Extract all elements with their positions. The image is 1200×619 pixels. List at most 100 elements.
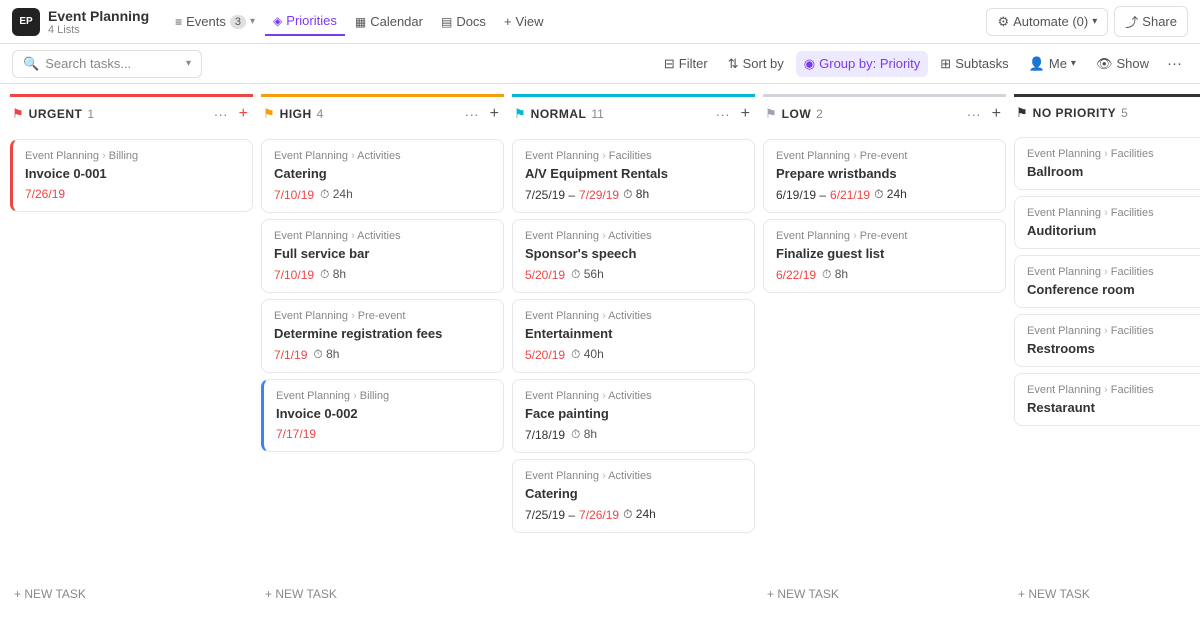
show-icon: 👁 xyxy=(1096,56,1113,72)
priorities-icon: ◈ xyxy=(273,14,282,28)
card-conferenceroom[interactable]: Event Planning › Facilities Conference r… xyxy=(1014,255,1200,308)
card-date: 7/1/19 ⏱ 8h xyxy=(274,347,491,362)
share-button[interactable]: ⤴ Share xyxy=(1114,6,1188,37)
card-regfees[interactable]: Event Planning › Pre-event Determine reg… xyxy=(261,299,504,373)
app-title-main: Event Planning xyxy=(48,8,149,24)
card-face-painting[interactable]: Event Planning › Activities Face paintin… xyxy=(512,379,755,453)
card-title: Prepare wristbands xyxy=(776,166,993,181)
card-title: A/V Equipment Rentals xyxy=(525,166,742,181)
card-title: Full service bar xyxy=(274,246,491,261)
automate-icon: ⚙ xyxy=(997,14,1009,30)
column-header-high: ⚑ HIGH 4 ··· + xyxy=(261,94,504,133)
column-normal: ⚑ NORMAL 11 ··· + Event Planning › Facil… xyxy=(512,94,755,609)
high-new-task[interactable]: + NEW TASK xyxy=(261,579,504,609)
normal-title: NORMAL xyxy=(531,107,587,121)
top-nav: EP Event Planning 4 Lists ≡ Events 3 ▾ ◈… xyxy=(0,0,1200,44)
card-breadcrumb: Event Planning › Facilities xyxy=(1027,207,1200,219)
low-new-task[interactable]: + NEW TASK xyxy=(763,579,1006,609)
nav-item-events[interactable]: ≡ Events 3 ▾ xyxy=(167,8,263,35)
high-add-icon[interactable]: + xyxy=(487,103,502,125)
column-header-urgent: ⚑ URGENT 1 ··· + xyxy=(10,94,253,133)
subtasks-label: Subtasks xyxy=(955,56,1008,71)
card-fullservicebar[interactable]: Event Planning › Activities Full service… xyxy=(261,219,504,293)
card-breadcrumb: Event Planning › Facilities xyxy=(1027,266,1200,278)
high-more-icon[interactable]: ··· xyxy=(462,104,482,124)
card-wristbands[interactable]: Event Planning › Pre-event Prepare wrist… xyxy=(763,139,1006,213)
automate-chevron-icon: ▾ xyxy=(1092,16,1097,27)
column-nopriority: ⚑ NO PRIORITY 5 ··· Event Planning › Fac… xyxy=(1014,94,1200,609)
low-add-icon[interactable]: + xyxy=(989,103,1004,125)
card-breadcrumb: Event Planning › Facilities xyxy=(525,150,742,162)
groupby-button[interactable]: ◉ Group by: Priority xyxy=(796,51,929,77)
normal-add-icon[interactable]: + xyxy=(738,103,753,125)
urgent-more-icon[interactable]: ··· xyxy=(211,104,231,124)
card-guestlist[interactable]: Event Planning › Pre-event Finalize gues… xyxy=(763,219,1006,293)
me-button[interactable]: 👤 Me ▾ xyxy=(1021,51,1084,77)
card-invoice-001[interactable]: Event Planning › Billing Invoice 0-001 7… xyxy=(10,139,253,212)
card-title: Auditorium xyxy=(1027,223,1200,238)
card-date: 7/17/19 xyxy=(276,427,491,441)
subtasks-icon: ⊞ xyxy=(940,56,951,72)
normal-more-icon[interactable]: ··· xyxy=(713,104,733,124)
card-title: Face painting xyxy=(525,406,742,421)
nopriority-new-task[interactable]: + NEW TASK xyxy=(1014,579,1200,609)
show-button[interactable]: 👁 Show xyxy=(1088,51,1157,77)
groupby-icon: ◉ xyxy=(804,56,815,72)
card-av-equipment[interactable]: Event Planning › Facilities A/V Equipmen… xyxy=(512,139,755,213)
card-breadcrumb: Event Planning › Billing xyxy=(276,390,491,402)
card-title: Finalize guest list xyxy=(776,246,993,261)
me-icon: 👤 xyxy=(1029,56,1045,72)
nav-item-view[interactable]: + View xyxy=(496,8,552,35)
me-label: Me xyxy=(1049,56,1067,71)
automate-button[interactable]: ⚙ Automate (0) ▾ xyxy=(986,8,1108,36)
card-title: Restrooms xyxy=(1027,341,1200,356)
card-date: 6/19/19 – 6/21/19 ⏱ 24h xyxy=(776,187,993,202)
app-title: Event Planning 4 Lists xyxy=(48,8,149,36)
card-restaurant[interactable]: Event Planning › Facilities Restaraunt xyxy=(1014,373,1200,426)
search-input[interactable]: 🔍 Search tasks... ▾ xyxy=(12,50,202,78)
more-options-button[interactable]: ··· xyxy=(1161,50,1188,77)
card-title: Restaraunt xyxy=(1027,400,1200,415)
card-ballroom[interactable]: Event Planning › Facilities Ballroom xyxy=(1014,137,1200,190)
card-invoice-002[interactable]: Event Planning › Billing Invoice 0-002 7… xyxy=(261,379,504,452)
sortby-label: Sort by xyxy=(743,56,784,71)
search-placeholder: Search tasks... xyxy=(45,56,131,71)
groupby-label: Group by: Priority xyxy=(819,56,920,71)
card-title: Determine registration fees xyxy=(274,326,491,341)
low-more-icon[interactable]: ··· xyxy=(964,104,984,124)
card-breadcrumb: Event Planning › Activities xyxy=(274,150,491,162)
nopriority-count: 5 xyxy=(1121,106,1128,120)
card-catering[interactable]: Event Planning › Activities Catering 7/1… xyxy=(261,139,504,213)
card-title: Sponsor's speech xyxy=(525,246,742,261)
low-cards: Event Planning › Pre-event Prepare wrist… xyxy=(763,139,1006,573)
card-sponsors-speech[interactable]: Event Planning › Activities Sponsor's sp… xyxy=(512,219,755,293)
nopriority-cards: Event Planning › Facilities Ballroom Eve… xyxy=(1014,137,1200,573)
nopriority-title: NO PRIORITY xyxy=(1033,106,1117,120)
filter-button[interactable]: ⊟ Filter xyxy=(656,51,716,77)
nav-item-docs[interactable]: ▤ Docs xyxy=(433,8,494,35)
docs-label: Docs xyxy=(456,14,486,29)
nav-item-priorities[interactable]: ◈ Priorities xyxy=(265,7,345,36)
urgent-new-task[interactable]: + NEW TASK xyxy=(10,579,253,609)
column-low: ⚑ LOW 2 ··· + Event Planning › Pre-event… xyxy=(763,94,1006,609)
plus-icon: + xyxy=(504,14,512,29)
card-date: 7/25/19 – 7/26/19 ⏱ 24h xyxy=(525,507,742,522)
card-restrooms[interactable]: Event Planning › Facilities Restrooms xyxy=(1014,314,1200,367)
filter-label: Filter xyxy=(679,56,708,71)
card-entertainment[interactable]: Event Planning › Activities Entertainmen… xyxy=(512,299,755,373)
card-breadcrumb: Event Planning › Pre-event xyxy=(776,230,993,242)
card-breadcrumb: Event Planning › Activities xyxy=(274,230,491,242)
app-title-sub: 4 Lists xyxy=(48,24,149,36)
card-title: Invoice 0-001 xyxy=(25,166,240,181)
subtasks-button[interactable]: ⊞ Subtasks xyxy=(932,51,1016,77)
urgent-add-icon[interactable]: + xyxy=(236,103,251,125)
card-auditorium[interactable]: Event Planning › Facilities Auditorium xyxy=(1014,196,1200,249)
card-title: Invoice 0-002 xyxy=(276,406,491,421)
card-date: 7/18/19 ⏱ 8h xyxy=(525,427,742,442)
sortby-button[interactable]: ⇅ Sort by xyxy=(720,51,792,77)
card-catering-normal[interactable]: Event Planning › Activities Catering 7/2… xyxy=(512,459,755,533)
nav-item-calendar[interactable]: ▦ Calendar xyxy=(347,8,431,35)
show-label: Show xyxy=(1116,56,1149,71)
card-breadcrumb: Event Planning › Activities xyxy=(525,310,742,322)
card-title: Catering xyxy=(525,486,742,501)
